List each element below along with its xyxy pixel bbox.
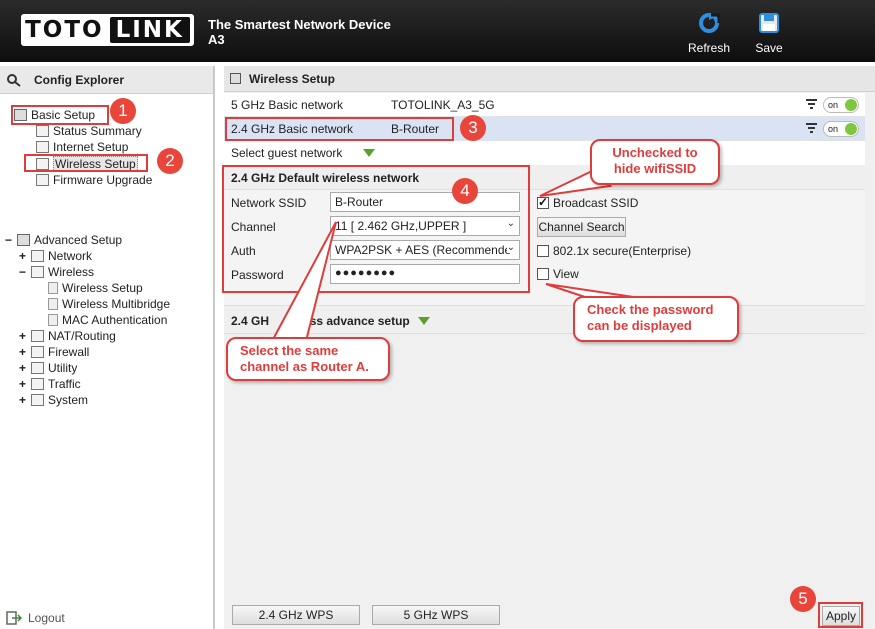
totolink-logo: TOTO LINK	[21, 14, 194, 46]
page-icon	[48, 314, 58, 326]
expand-icon[interactable]: +	[18, 345, 27, 359]
tree-firmware-upgrade[interactable]: Firmware Upgrade	[36, 173, 152, 187]
secure-enterprise-option[interactable]: 802.1x secure(Enterprise)	[537, 239, 691, 263]
expand-icon[interactable]: +	[18, 377, 27, 391]
advance-setup-section[interactable]: 2.4 GH ireless advance setup	[224, 309, 865, 334]
tree-internet-setup[interactable]: Internet Setup	[36, 140, 128, 154]
password-label: Password	[231, 268, 284, 282]
tree-status-summary[interactable]: Status Summary	[36, 124, 142, 138]
row-guest-network[interactable]: Select guest network	[224, 141, 865, 165]
panel-icon	[230, 73, 241, 84]
folder-icon	[17, 234, 30, 246]
auth-label: Auth	[231, 244, 256, 258]
wireless-setup-title: Wireless Setup	[224, 66, 875, 92]
tree-network[interactable]: + Network	[18, 249, 92, 263]
callout-hide-ssid: Unchecked to hide wifiSSID	[590, 139, 720, 185]
secure-enterprise-checkbox[interactable]	[537, 245, 549, 257]
annotation-number-3: 3	[460, 115, 486, 141]
routing-icon	[31, 330, 44, 342]
default-network-title: 2.4 GHz Default wireless network	[224, 166, 865, 190]
toggle-5ghz[interactable]: on	[823, 97, 859, 113]
ssid-input[interactable]: B-Router	[330, 192, 520, 212]
tree-wireless-setup[interactable]: Wireless Setup	[36, 156, 138, 172]
wps-24ghz-button[interactable]: 2.4 GHz WPS	[232, 605, 360, 625]
toggle-24ghz[interactable]: on	[823, 121, 859, 137]
row-5ghz-basic[interactable]: 5 GHz Basic network TOTOLINK_A3_5G on	[224, 93, 865, 117]
broadcast-ssid-option[interactable]: Broadcast SSID	[537, 191, 638, 215]
logout-icon	[6, 611, 22, 625]
config-explorer-panel: Config Explorer Basic Setup Status Summa…	[0, 66, 215, 629]
callout-channel: Select the same channel as Router A.	[226, 337, 390, 381]
explorer-icon	[7, 73, 21, 87]
advance-setup-title[interactable]: 2.4 GH ireless advance setup	[224, 309, 865, 333]
apply-button[interactable]: Apply	[822, 606, 860, 626]
tree-adv-wireless-setup[interactable]: Wireless Setup	[48, 281, 143, 295]
tree-nat-routing[interactable]: + NAT/Routing	[18, 329, 116, 343]
collapse-icon[interactable]: −	[4, 233, 13, 247]
view-password-option[interactable]: View	[537, 262, 579, 286]
channel-select[interactable]: 11 [ 2.462 GHz,UPPER ] ⌄	[330, 216, 520, 236]
tree-system[interactable]: + System	[18, 393, 88, 407]
ssid-label: Network SSID	[231, 196, 307, 210]
config-explorer-title: Config Explorer	[0, 66, 213, 94]
tree-wireless[interactable]: − Wireless	[18, 265, 94, 279]
tree-wireless-multibridge[interactable]: Wireless Multibridge	[48, 297, 170, 311]
chevron-down-icon: ⌄	[506, 242, 515, 253]
network-icon	[31, 250, 44, 262]
save-icon	[759, 13, 779, 33]
channel-search-button[interactable]: Channel Search	[537, 217, 626, 237]
tree-utility[interactable]: + Utility	[18, 361, 77, 375]
firmware-icon	[36, 174, 49, 186]
status-icon	[36, 125, 49, 137]
annotation-number-4: 4	[452, 178, 478, 204]
system-icon	[31, 394, 44, 406]
password-input[interactable]: ●●●●●●●●	[330, 264, 520, 284]
row-24ghz-basic[interactable]: 2.4 GHz Basic network B-Router on	[224, 117, 865, 141]
traffic-icon	[31, 378, 44, 390]
lock-icon	[31, 346, 44, 358]
refresh-button[interactable]: Refresh	[684, 12, 734, 55]
expand-icon[interactable]: +	[18, 329, 27, 343]
annotation-number-1: 1	[110, 98, 136, 124]
save-button[interactable]: Save	[744, 12, 794, 55]
view-password-checkbox[interactable]	[537, 268, 549, 280]
tree-basic-setup[interactable]: Basic Setup	[14, 108, 95, 122]
page-icon	[48, 298, 58, 310]
wireless-icon	[36, 158, 49, 170]
utility-icon	[31, 362, 44, 374]
internet-icon	[36, 141, 49, 153]
callout-password: Check the password can be displayed	[573, 296, 739, 342]
broadcast-ssid-checkbox[interactable]	[537, 195, 549, 209]
filter-icon[interactable]	[806, 99, 817, 109]
header-bar: TOTO LINK The Smartest Network Device A3 …	[0, 0, 875, 62]
expand-icon[interactable]: +	[18, 249, 27, 263]
expand-triangle-icon[interactable]	[363, 149, 375, 157]
expand-icon[interactable]: +	[18, 361, 27, 375]
page-icon	[48, 282, 58, 294]
annotation-number-2: 2	[157, 148, 183, 174]
header-tagline: The Smartest Network Device A3	[208, 17, 391, 47]
chevron-down-icon: ⌄	[506, 218, 515, 229]
filter-lock-icon[interactable]	[806, 123, 817, 133]
tree-mac-authentication[interactable]: MAC Authentication	[48, 313, 167, 327]
expand-icon[interactable]: +	[18, 393, 27, 407]
folder-icon	[14, 109, 27, 121]
channel-label: Channel	[231, 220, 276, 234]
auth-select[interactable]: WPA2PSK + AES (Recommende ⌄	[330, 240, 520, 260]
annotation-number-5: 5	[790, 586, 816, 612]
collapse-icon[interactable]: −	[18, 265, 27, 279]
tree-firewall[interactable]: + Firewall	[18, 345, 89, 359]
wireless-icon	[31, 266, 44, 278]
tree-advanced-setup[interactable]: − Advanced Setup	[4, 233, 122, 247]
wps-5ghz-button[interactable]: 5 GHz WPS	[372, 605, 500, 625]
logout-link[interactable]: Logout	[6, 611, 65, 625]
expand-triangle-icon[interactable]	[417, 317, 430, 325]
tree-traffic[interactable]: + Traffic	[18, 377, 81, 391]
refresh-icon	[699, 13, 721, 33]
